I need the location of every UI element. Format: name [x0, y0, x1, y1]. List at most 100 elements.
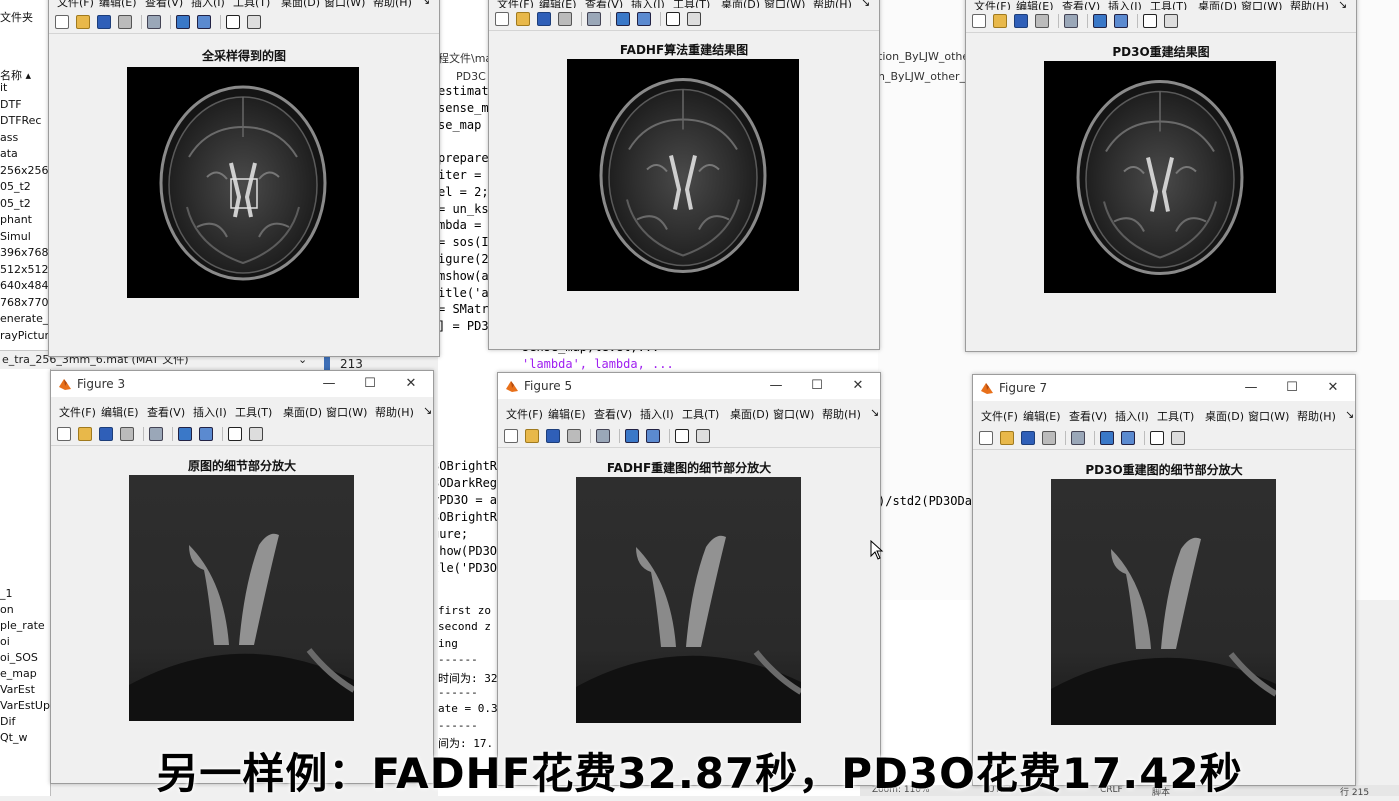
folder-item[interactable]: 05_t2 — [0, 179, 50, 195]
menu-item[interactable]: 编辑(E) — [99, 0, 137, 10]
print-icon[interactable] — [120, 427, 134, 441]
insert-colorbar-icon[interactable] — [1114, 14, 1128, 28]
workspace-variable[interactable]: VarEst — [0, 682, 50, 698]
minimize-button[interactable]: — — [317, 374, 341, 394]
code-line[interactable]: igure(2 — [438, 252, 489, 266]
print-icon[interactable] — [567, 429, 581, 443]
close-button[interactable]: ✕ — [399, 374, 423, 394]
panel-header[interactable]: 文件夹 — [0, 10, 50, 26]
editor-tab-right-1[interactable]: tion_ByLJW_othe — [878, 50, 969, 63]
code-line[interactable]: 3OBrightR — [438, 510, 497, 524]
print-icon[interactable] — [1035, 14, 1049, 28]
code-line[interactable]: 3OBrightR — [438, 459, 497, 473]
menu-item[interactable]: 帮助(H) — [375, 404, 414, 420]
menu-item[interactable]: 插入(I) — [640, 406, 674, 422]
insert-colorbar-icon[interactable] — [637, 12, 651, 26]
menu-item[interactable]: 工具(T) — [235, 404, 272, 420]
figure-window-3[interactable]: 文件(F) 编辑(E) 查看(V) 插入(I) 工具(T) 桌面(D) 窗口(W) 帮助(H)… — [965, 0, 1357, 352]
dock-arrow-icon[interactable]: ↘ — [870, 406, 879, 419]
menu-item[interactable]: 桌面(D) — [1205, 408, 1244, 424]
code-line[interactable]: prepare — [438, 151, 489, 165]
code-line[interactable]: 'lambda', lambda, ... — [522, 357, 674, 371]
menu-item[interactable]: 帮助(H) — [822, 406, 861, 422]
print-icon[interactable] — [558, 12, 572, 26]
menu-item[interactable]: 查看(V) — [1069, 408, 1107, 424]
pointer-icon[interactable] — [675, 429, 689, 443]
menu-item[interactable]: 桌面(D) — [283, 404, 322, 420]
print-preview-icon[interactable] — [147, 15, 161, 29]
insert-colorbar-icon[interactable] — [1121, 431, 1135, 445]
folder-item[interactable]: Simul — [0, 229, 50, 245]
menu-item[interactable]: 工具(T) — [233, 0, 270, 10]
insert-colorbar-icon[interactable] — [197, 15, 211, 29]
figure-window-figure7[interactable]: Figure 7 — ☐ ✕ 文件(F) 编辑(E) 查看(V) 插入(I) 工具(T)… — [972, 374, 1356, 786]
open-folder-icon[interactable] — [516, 12, 530, 26]
dock-arrow-icon[interactable]: ↘ — [421, 0, 430, 7]
link-icon[interactable] — [1100, 431, 1114, 445]
folder-item[interactable]: 768x770 — [0, 295, 50, 311]
menu-item[interactable]: 编辑(E) — [548, 406, 586, 422]
figure-window-figure3[interactable]: Figure 3 — ☐ ✕ 文件(F) 编辑(E) 查看(V) 插入(I) 工具(T)… — [50, 370, 434, 784]
save-icon[interactable] — [1014, 14, 1028, 28]
new-file-icon[interactable] — [979, 431, 993, 445]
menu-item[interactable]: 文件(F) — [57, 0, 94, 10]
menu-item[interactable]: 查看(V) — [145, 0, 183, 10]
workspace-variable[interactable]: Dif — [0, 714, 50, 730]
menu-item[interactable]: 文件(F) — [981, 408, 1018, 424]
link-icon[interactable] — [176, 15, 190, 29]
minimize-button[interactable]: — — [764, 376, 788, 396]
insert-colorbar-icon[interactable] — [199, 427, 213, 441]
link-icon[interactable] — [178, 427, 192, 441]
folder-item[interactable]: 05_t2 — [0, 196, 50, 212]
menu-item[interactable]: 帮助(H) — [373, 0, 412, 10]
code-line[interactable]: se_map — [438, 118, 481, 132]
menu-item[interactable]: 窗口(W) — [773, 406, 814, 422]
code-line[interactable]: iter = — [438, 168, 489, 182]
new-file-icon[interactable] — [495, 12, 509, 26]
folder-item[interactable]: ata — [0, 146, 50, 162]
pointer-icon[interactable] — [666, 12, 680, 26]
menu-item[interactable]: 编辑(E) — [101, 404, 139, 420]
property-inspector-icon[interactable] — [696, 429, 710, 443]
close-button[interactable]: ✕ — [846, 376, 870, 396]
dock-arrow-icon[interactable]: ↘ — [423, 404, 432, 417]
new-file-icon[interactable] — [972, 14, 986, 28]
folder-item[interactable]: 640x484 — [0, 278, 50, 294]
code-line[interactable]: mshow(a — [438, 269, 489, 283]
save-icon[interactable] — [1021, 431, 1035, 445]
property-inspector-icon[interactable] — [687, 12, 701, 26]
folder-item[interactable]: DTFRec — [0, 113, 50, 129]
property-inspector-icon[interactable] — [247, 15, 261, 29]
code-line[interactable]: rPD3O = a — [438, 493, 497, 507]
editor-tab-right-2[interactable]: n_ByLJW_other_ — [878, 70, 965, 83]
property-inspector-icon[interactable] — [1171, 431, 1185, 445]
maximize-button[interactable]: ☐ — [1280, 378, 1304, 398]
print-preview-icon[interactable] — [1064, 14, 1078, 28]
folder-item[interactable]: phant — [0, 212, 50, 228]
print-preview-icon[interactable] — [1071, 431, 1085, 445]
print-preview-icon[interactable] — [587, 12, 601, 26]
new-file-icon[interactable] — [57, 427, 71, 441]
pointer-icon[interactable] — [1143, 14, 1157, 28]
pointer-icon[interactable] — [226, 15, 240, 29]
figure-window-1[interactable]: 文件(F) 编辑(E) 查看(V) 插入(I) 工具(T) 桌面(D) 窗口(W) 帮助(H)… — [48, 0, 440, 357]
code-line[interactable]: 3ODarkReg — [438, 476, 497, 490]
folder-item[interactable]: ass — [0, 130, 50, 146]
open-folder-icon[interactable] — [525, 429, 539, 443]
link-icon[interactable] — [1093, 14, 1107, 28]
link-icon[interactable] — [616, 12, 630, 26]
print-icon[interactable] — [118, 15, 132, 29]
link-icon[interactable] — [625, 429, 639, 443]
folder-item[interactable]: 512x512 — [0, 262, 50, 278]
new-file-icon[interactable] — [504, 429, 518, 443]
code-line[interactable]: el = 2; — [438, 185, 489, 199]
menu-item[interactable]: 窗口(W) — [1248, 408, 1289, 424]
workspace-variable[interactable]: on — [0, 602, 50, 618]
folder-item[interactable]: it — [0, 80, 50, 96]
figure-window-figure5[interactable]: Figure 5 — ☐ ✕ 文件(F) 编辑(E) 查看(V) 插入(I) 工具(T)… — [497, 372, 881, 786]
open-folder-icon[interactable] — [78, 427, 92, 441]
figure-window-2[interactable]: 文件(F) 编辑(E) 查看(V) 插入(I) 工具(T) 桌面(D) 窗口(W) 帮助(H)… — [488, 0, 880, 350]
pointer-icon[interactable] — [228, 427, 242, 441]
menu-item[interactable]: 文件(F) — [59, 404, 96, 420]
menu-item[interactable]: 帮助(H) — [1297, 408, 1336, 424]
